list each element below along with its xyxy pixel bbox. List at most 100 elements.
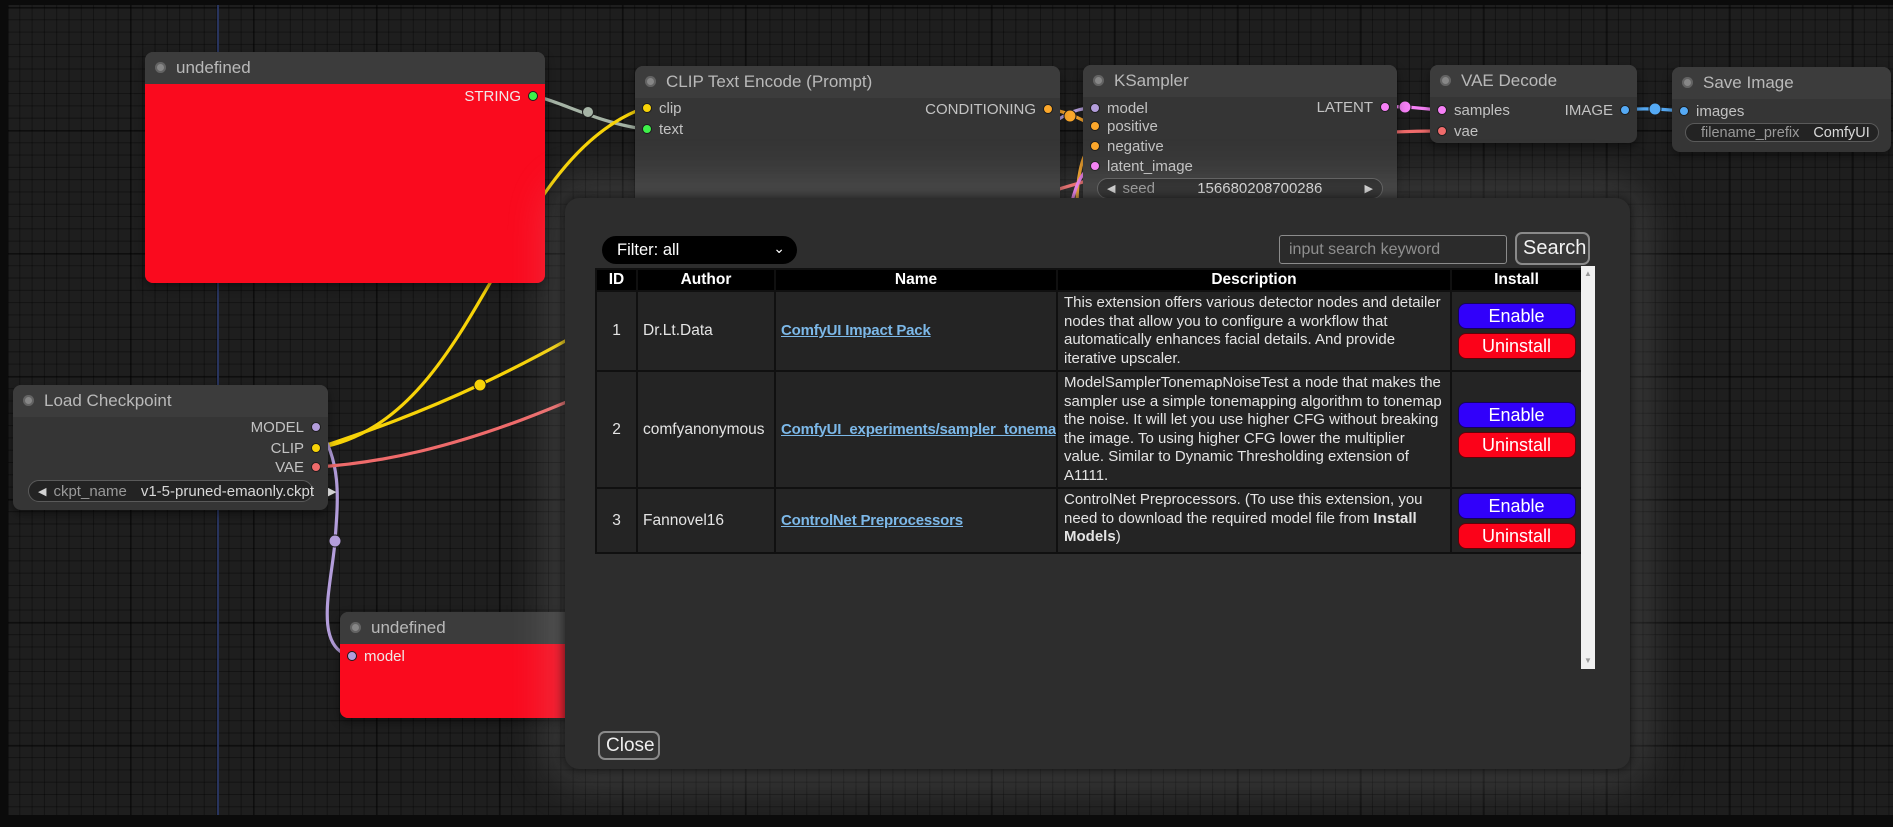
cell-id: 1 bbox=[596, 291, 637, 371]
widget-value[interactable]: ComfyUI bbox=[1813, 125, 1869, 141]
table-scrollbar[interactable]: ▲ ▼ bbox=[1581, 266, 1595, 669]
slot-dot-clip[interactable] bbox=[642, 103, 652, 113]
link-dot-image[interactable] bbox=[1649, 103, 1661, 115]
node-title-bar[interactable]: Save Image bbox=[1672, 67, 1891, 99]
seed-widget[interactable]: ◀ seed 156680208700286 ▶ bbox=[1097, 178, 1383, 199]
link-dot-conditioning[interactable] bbox=[1064, 110, 1076, 122]
collapse-dot-icon[interactable] bbox=[23, 395, 34, 406]
node-undefined-top[interactable]: undefined STRING bbox=[145, 52, 545, 283]
input-slot-images[interactable]: images bbox=[1679, 103, 1744, 119]
input-slot-clip[interactable]: clip bbox=[642, 100, 682, 116]
node-title-bar[interactable]: Load Checkpoint bbox=[13, 385, 328, 417]
node-title-bar[interactable]: CLIP Text Encode (Prompt) bbox=[635, 66, 1060, 98]
output-slot-vae[interactable]: VAE bbox=[275, 459, 321, 475]
collapse-dot-icon[interactable] bbox=[1682, 77, 1693, 88]
uninstall-button[interactable]: Uninstall bbox=[1458, 333, 1576, 359]
collapse-dot-icon[interactable] bbox=[155, 62, 166, 73]
search-button[interactable]: Search bbox=[1515, 232, 1590, 265]
slot-dot-image[interactable] bbox=[1620, 105, 1630, 115]
increment-arrow-icon[interactable]: ▶ bbox=[1365, 182, 1373, 195]
node-title-bar[interactable]: undefined bbox=[340, 612, 600, 644]
node-vae-decode[interactable]: VAE Decode samples vae IMAGE bbox=[1430, 65, 1637, 143]
input-slot-model[interactable]: model bbox=[1090, 100, 1148, 116]
slot-label: positive bbox=[1107, 118, 1158, 135]
node-error-body: model bbox=[340, 644, 600, 718]
slot-dot-samples[interactable] bbox=[1437, 105, 1447, 115]
input-slot-samples[interactable]: samples bbox=[1437, 102, 1510, 118]
input-slot-vae[interactable]: vae bbox=[1437, 123, 1478, 139]
link-dot-latent[interactable] bbox=[1399, 101, 1411, 113]
extension-link[interactable]: ComfyUI Impact Pack bbox=[781, 322, 931, 339]
slot-label: vae bbox=[1454, 123, 1478, 140]
slot-label: latent_image bbox=[1107, 158, 1193, 175]
table-row: 2 comfyanonymous ComfyUI_experiments/sam… bbox=[596, 371, 1582, 488]
slot-dot-string[interactable] bbox=[528, 91, 538, 101]
node-load-checkpoint[interactable]: Load Checkpoint MODEL CLIP VAE ◀ ckpt_na… bbox=[13, 385, 328, 510]
enable-button[interactable]: Enable bbox=[1458, 303, 1576, 329]
input-slot-text[interactable]: text bbox=[642, 121, 683, 137]
extension-link[interactable]: ControlNet Preprocessors bbox=[781, 512, 963, 529]
output-slot-model[interactable]: MODEL bbox=[251, 419, 321, 435]
filename-prefix-widget[interactable]: filename_prefix ComfyUI bbox=[1685, 123, 1879, 142]
output-slot-string[interactable]: STRING bbox=[464, 88, 538, 104]
filter-select[interactable]: Filter: all bbox=[602, 236, 797, 264]
ckpt-name-widget[interactable]: ◀ ckpt_name v1-5-pruned-emaonly.ckpt ▶ bbox=[28, 480, 313, 502]
output-slot-clip[interactable]: CLIP bbox=[271, 440, 321, 456]
slot-dot-negative[interactable] bbox=[1090, 141, 1100, 151]
enable-button[interactable]: Enable bbox=[1458, 493, 1576, 519]
uninstall-button[interactable]: Uninstall bbox=[1458, 523, 1576, 549]
widget-value[interactable]: 156680208700286 bbox=[1197, 180, 1322, 197]
enable-button[interactable]: Enable bbox=[1458, 402, 1576, 428]
input-slot-model[interactable]: model bbox=[347, 648, 405, 664]
output-slot-conditioning[interactable]: CONDITIONING bbox=[925, 101, 1053, 117]
cell-id: 3 bbox=[596, 488, 637, 553]
uninstall-button[interactable]: Uninstall bbox=[1458, 432, 1576, 458]
slot-dot-images[interactable] bbox=[1679, 106, 1689, 116]
slot-dot-text[interactable] bbox=[642, 124, 652, 134]
slot-dot-latent-image[interactable] bbox=[1090, 161, 1100, 171]
close-button[interactable]: Close bbox=[598, 731, 660, 760]
node-title: Load Checkpoint bbox=[44, 391, 172, 410]
link-dot-model[interactable] bbox=[329, 535, 341, 547]
node-undefined-bottom[interactable]: undefined model bbox=[340, 612, 600, 718]
node-title-bar[interactable]: undefined bbox=[145, 52, 545, 84]
collapse-dot-icon[interactable] bbox=[1093, 75, 1104, 86]
input-slot-positive[interactable]: positive bbox=[1090, 118, 1158, 134]
link-dot-clip[interactable] bbox=[474, 379, 486, 391]
slot-dot-vae[interactable] bbox=[311, 462, 321, 472]
slot-dot-model[interactable] bbox=[311, 422, 321, 432]
prev-arrow-icon[interactable]: ◀ bbox=[38, 485, 46, 498]
slot-label: STRING bbox=[464, 88, 521, 105]
scroll-down-icon[interactable]: ▼ bbox=[1584, 653, 1592, 669]
node-title-bar[interactable]: KSampler bbox=[1083, 65, 1397, 97]
slot-label: samples bbox=[1454, 102, 1510, 119]
scroll-up-icon[interactable]: ▲ bbox=[1584, 266, 1592, 282]
node-save-image[interactable]: Save Image images filename_prefix ComfyU… bbox=[1672, 67, 1891, 152]
collapse-dot-icon[interactable] bbox=[1440, 75, 1451, 86]
graph-canvas[interactable]: { "canvas": { "nodes": { "undefined_top"… bbox=[0, 0, 1893, 827]
canvas-edge-left bbox=[0, 0, 8, 827]
node-ksampler[interactable]: KSampler model positive negative latent_… bbox=[1083, 65, 1397, 210]
output-slot-latent[interactable]: LATENT bbox=[1317, 99, 1390, 115]
slot-dot-positive[interactable] bbox=[1090, 121, 1100, 131]
output-slot-image[interactable]: IMAGE bbox=[1565, 102, 1630, 118]
node-clip-text-encode[interactable]: CLIP Text Encode (Prompt) clip text COND… bbox=[635, 66, 1060, 206]
slot-dot-vae[interactable] bbox=[1437, 126, 1447, 136]
widget-value[interactable]: v1-5-pruned-emaonly.ckpt bbox=[141, 483, 314, 500]
slot-dot-model[interactable] bbox=[1090, 103, 1100, 113]
search-input[interactable] bbox=[1279, 235, 1507, 264]
input-slot-negative[interactable]: negative bbox=[1090, 138, 1164, 154]
slot-dot-latent[interactable] bbox=[1380, 102, 1390, 112]
slot-dot-model[interactable] bbox=[347, 651, 357, 661]
node-title-bar[interactable]: VAE Decode bbox=[1430, 65, 1637, 97]
next-arrow-icon[interactable]: ▶ bbox=[328, 485, 336, 498]
decrement-arrow-icon[interactable]: ◀ bbox=[1107, 182, 1115, 195]
collapse-dot-icon[interactable] bbox=[645, 76, 656, 87]
slot-dot-clip[interactable] bbox=[311, 443, 321, 453]
extension-link[interactable]: ComfyUI_experiments/sampler_tonemap bbox=[781, 421, 1057, 438]
slot-dot-conditioning[interactable] bbox=[1043, 104, 1053, 114]
link-dot-string[interactable] bbox=[583, 107, 594, 118]
node-error-body: STRING bbox=[145, 84, 545, 283]
input-slot-latent-image[interactable]: latent_image bbox=[1090, 158, 1193, 174]
collapse-dot-icon[interactable] bbox=[350, 622, 361, 633]
